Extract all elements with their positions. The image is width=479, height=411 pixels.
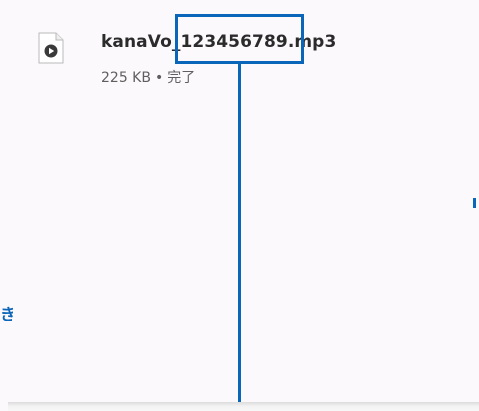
- highlight-box: [175, 14, 304, 64]
- download-status: 完了: [167, 70, 196, 86]
- annotation-fragment: き: [0, 305, 13, 321]
- callout-line: [238, 64, 241, 411]
- annotation-edge-mark: [473, 198, 476, 208]
- meta-separator: •: [154, 70, 164, 86]
- download-size: 225 KB: [101, 70, 151, 86]
- audio-file-icon: [38, 32, 64, 64]
- bottom-divider: [8, 402, 479, 411]
- download-meta: 225 KB • 完了: [101, 67, 195, 87]
